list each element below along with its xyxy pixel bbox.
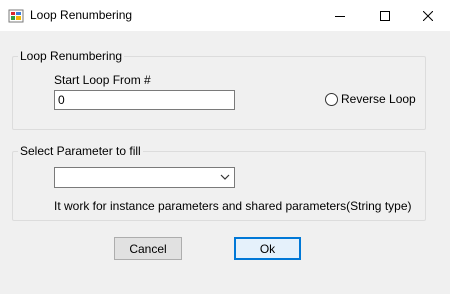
reverse-loop-label[interactable]: Reverse Loop <box>341 92 416 107</box>
title-bar: Loop Renumbering <box>0 0 450 31</box>
start-loop-input[interactable] <box>54 90 235 110</box>
close-button[interactable] <box>406 0 450 31</box>
minimize-icon <box>335 15 345 17</box>
ok-button[interactable]: Ok <box>234 237 301 260</box>
parameter-note: It work for instance parameters and shar… <box>54 199 412 213</box>
maximize-icon <box>380 10 390 21</box>
cancel-button[interactable]: Cancel <box>114 237 182 260</box>
window-title: Loop Renumbering <box>30 8 133 22</box>
select-parameter-legend: Select Parameter to fill <box>18 144 143 159</box>
start-loop-label: Start Loop From # <box>54 73 151 87</box>
app-icon <box>8 8 24 24</box>
parameter-dropdown[interactable] <box>54 167 235 188</box>
chevron-down-icon <box>220 174 230 180</box>
minimize-button[interactable] <box>317 0 363 31</box>
maximize-button[interactable] <box>362 0 408 31</box>
close-icon <box>423 10 433 21</box>
loop-renumbering-legend: Loop Renumbering <box>18 49 125 64</box>
reverse-loop-radio[interactable] <box>325 93 338 106</box>
